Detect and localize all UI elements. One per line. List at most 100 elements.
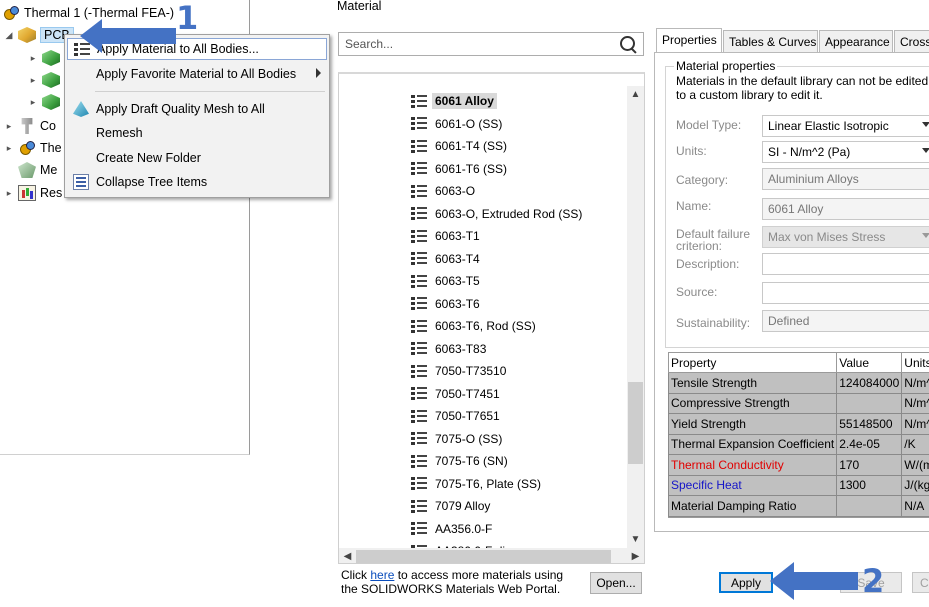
collapse-arrow-icon[interactable]: ◢ <box>4 30 14 41</box>
table-row[interactable]: Thermal Conductivity170W/(m·K) <box>669 455 929 476</box>
table-row[interactable]: Tensile Strength124084000N/m^2 <box>669 373 929 394</box>
cell-units: N/A <box>902 496 929 517</box>
scroll-thumb[interactable] <box>628 382 643 464</box>
scroll-right-icon[interactable]: ▶ <box>627 548 644 564</box>
material-name: 6061-T6 (SS) <box>435 162 507 176</box>
expand-arrow-icon[interactable]: ▸ <box>28 53 38 64</box>
table-row[interactable]: Compressive StrengthN/m^2 <box>669 393 929 414</box>
horizontal-scrollbar[interactable]: ◀ ▶ <box>339 548 644 564</box>
search-input[interactable] <box>339 33 619 55</box>
material-list-item[interactable]: 7079 Alloy <box>411 496 490 516</box>
material-list-item[interactable]: 6063-T5 <box>411 271 480 291</box>
scroll-up-icon[interactable]: ▲ <box>627 86 644 103</box>
menu-item-remesh[interactable]: Remesh <box>67 122 327 144</box>
scroll-down-icon[interactable]: ▼ <box>627 531 644 548</box>
material-name: 6061 Alloy <box>432 93 497 109</box>
sustainability-field[interactable]: Defined <box>762 310 929 332</box>
tree-item-results[interactable]: ▸ Res <box>4 183 62 203</box>
material-list-item[interactable]: 6061 Alloy <box>411 91 497 111</box>
column-header-units: Units <box>902 353 929 373</box>
material-list-item[interactable]: 6063-T6 <box>411 294 480 314</box>
menu-item-collapse-tree[interactable]: Collapse Tree Items <box>67 171 327 193</box>
tree-item-body-2[interactable]: ▸ <box>28 70 64 90</box>
expand-arrow-icon[interactable]: ▸ <box>28 75 38 86</box>
vertical-scrollbar[interactable]: ▲ ▼ <box>627 86 644 548</box>
table-row[interactable]: Thermal Expansion Coefficient2.4e-05/K <box>669 434 929 455</box>
category-field[interactable]: Aluminium Alloys <box>762 168 929 190</box>
search-icon[interactable] <box>619 35 637 53</box>
config-button[interactable]: Config <box>912 572 929 593</box>
category-label: Category: <box>676 174 728 186</box>
material-name: 7050-T7651 <box>435 409 500 423</box>
cell-value: 2.4e-05 <box>837 434 902 455</box>
failure-criterion-value: Max von Mises Stress <box>768 230 885 244</box>
web-portal-link[interactable]: here <box>370 568 394 582</box>
scroll-thumb[interactable] <box>356 550 611 563</box>
tree-item-body-3[interactable]: ▸ <box>28 92 64 112</box>
material-icon <box>411 319 427 334</box>
table-row[interactable]: Specific Heat1300J/(kg·K) <box>669 475 929 496</box>
cell-property: Thermal Conductivity <box>669 455 837 476</box>
search-field[interactable] <box>338 32 644 56</box>
menu-item-create-folder[interactable]: Create New Folder <box>67 147 327 169</box>
tree-item-mesh[interactable]: Me <box>18 160 57 180</box>
draft-mesh-icon <box>73 101 89 117</box>
tab-crosshatch[interactable]: CrossHatch <box>894 30 929 52</box>
tree-item-body-1[interactable]: ▸ <box>28 48 64 68</box>
menu-item-draft-mesh[interactable]: Apply Draft Quality Mesh to All <box>67 98 327 120</box>
material-list-item[interactable]: 6061-T6 (SS) <box>411 159 507 179</box>
tree-item-thermal-loads[interactable]: ▸ The <box>4 138 62 158</box>
material-list-item[interactable]: 7050-T7451 <box>411 384 500 404</box>
material-list-item[interactable]: 6063-O <box>411 181 475 201</box>
group-description-line-2: to a custom library to edit it. <box>676 88 929 102</box>
source-field[interactable] <box>762 282 929 304</box>
apply-button[interactable]: Apply <box>719 572 773 593</box>
material-list-item[interactable]: 6063-T83 <box>411 339 486 359</box>
material-name: 7075-T6, Plate (SS) <box>435 477 541 491</box>
table-row[interactable]: Material Damping Ratio N/A <box>669 496 929 517</box>
web-portal-note: Click here to access more materials usin… <box>341 568 581 596</box>
cell-value <box>837 496 902 517</box>
menu-item-apply-favorite-material[interactable]: Apply Favorite Material to All Bodies <box>67 63 327 85</box>
material-list-item[interactable]: 7075-T6, Plate (SS) <box>411 474 541 494</box>
material-list-item[interactable]: 7075-O (SS) <box>411 429 502 449</box>
expand-arrow-icon[interactable]: ▸ <box>4 121 14 132</box>
material-name: 7075-O (SS) <box>435 432 502 446</box>
cell-property: Specific Heat <box>669 475 837 496</box>
connections-label: Co <box>40 119 56 133</box>
tree-item-connections[interactable]: ▸ Co <box>4 116 56 136</box>
tab-properties[interactable]: Properties <box>656 28 722 53</box>
material-list-item[interactable]: 6063-T1 <box>411 226 480 246</box>
menu-item-label: Collapse Tree Items <box>96 175 207 189</box>
expand-arrow-icon[interactable]: ▸ <box>4 143 14 154</box>
tab-tables-curves[interactable]: Tables & Curves <box>723 30 818 52</box>
description-field[interactable] <box>762 253 929 275</box>
material-list-item[interactable]: AA356.0-F <box>411 519 492 539</box>
table-row[interactable]: Yield Strength55148500N/m^2 <box>669 414 929 435</box>
table-empty-area <box>668 517 929 531</box>
material-list-item[interactable]: 6061-O (SS) <box>411 114 502 134</box>
model-type-select[interactable]: Linear Elastic Isotropic <box>762 115 929 137</box>
material-list-item[interactable]: 6061-T4 (SS) <box>411 136 507 156</box>
material-list-item[interactable]: 7075-T6 (SN) <box>411 451 508 471</box>
open-button[interactable]: Open... <box>590 572 642 594</box>
cell-property: Thermal Expansion Coefficient <box>669 434 837 455</box>
units-select[interactable]: SI - N/m^2 (Pa) <box>762 141 929 163</box>
cell-property: Material Damping Ratio <box>669 496 837 517</box>
expand-arrow-icon[interactable]: ▸ <box>4 188 14 199</box>
column-header-property: Property <box>669 353 837 373</box>
material-name: 6061-O (SS) <box>435 117 502 131</box>
material-name: 6063-T83 <box>435 342 486 356</box>
expand-arrow-icon[interactable]: ▸ <box>28 97 38 108</box>
material-list-item[interactable]: 6063-T6, Rod (SS) <box>411 316 536 336</box>
menu-item-label: Create New Folder <box>96 151 201 165</box>
table-header-row: Property Value Units <box>669 353 929 373</box>
material-list-item[interactable]: 7050-T73510 <box>411 361 506 381</box>
sustainability-label: Sustainability: <box>676 317 750 329</box>
scroll-left-icon[interactable]: ◀ <box>339 548 356 564</box>
material-list-item[interactable]: 7050-T7651 <box>411 406 500 426</box>
tab-appearance[interactable]: Appearance <box>819 30 893 52</box>
name-field[interactable]: 6061 Alloy <box>762 198 929 220</box>
material-list-item[interactable]: 6063-O, Extruded Rod (SS) <box>411 204 582 224</box>
material-list-item[interactable]: 6063-T4 <box>411 249 480 269</box>
